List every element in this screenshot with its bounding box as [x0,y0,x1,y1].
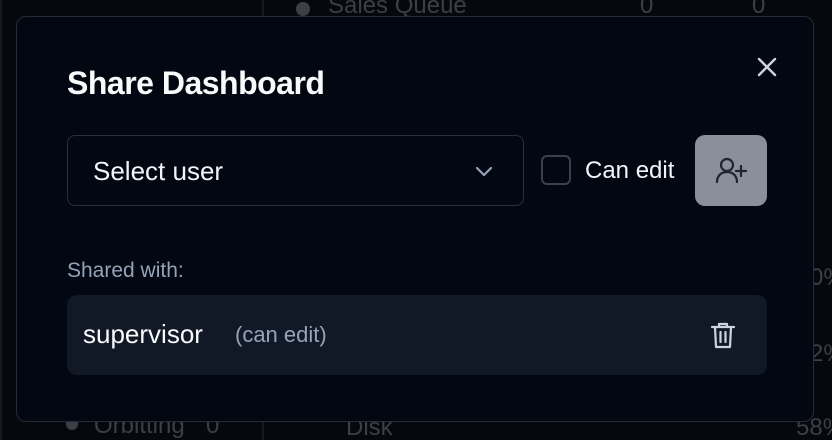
user-select-value: Select user [93,156,224,186]
shared-user-name: supervisor [83,319,203,349]
share-dashboard-dialog: Share Dashboard Select user Can edit Sha… [16,16,814,422]
remove-user-button[interactable] [703,315,743,355]
trash-icon [710,322,736,349]
close-button[interactable] [751,51,783,83]
shared-user-permission: (can edit) [235,322,327,347]
can-edit-checkbox[interactable] [541,155,571,185]
close-icon [757,57,777,77]
user-plus-icon [715,157,748,183]
chevron-down-icon [475,166,493,177]
status-dot [296,2,310,16]
shared-user-item: supervisor (can edit) [67,295,767,375]
shared-with-label: Shared with: [67,259,184,282]
backdrop-divider [0,0,2,440]
dialog-title: Share Dashboard [67,65,325,101]
add-user-button[interactable] [695,135,767,206]
can-edit-label[interactable]: Can edit [585,157,674,185]
user-select-dropdown[interactable]: Select user [67,135,524,206]
